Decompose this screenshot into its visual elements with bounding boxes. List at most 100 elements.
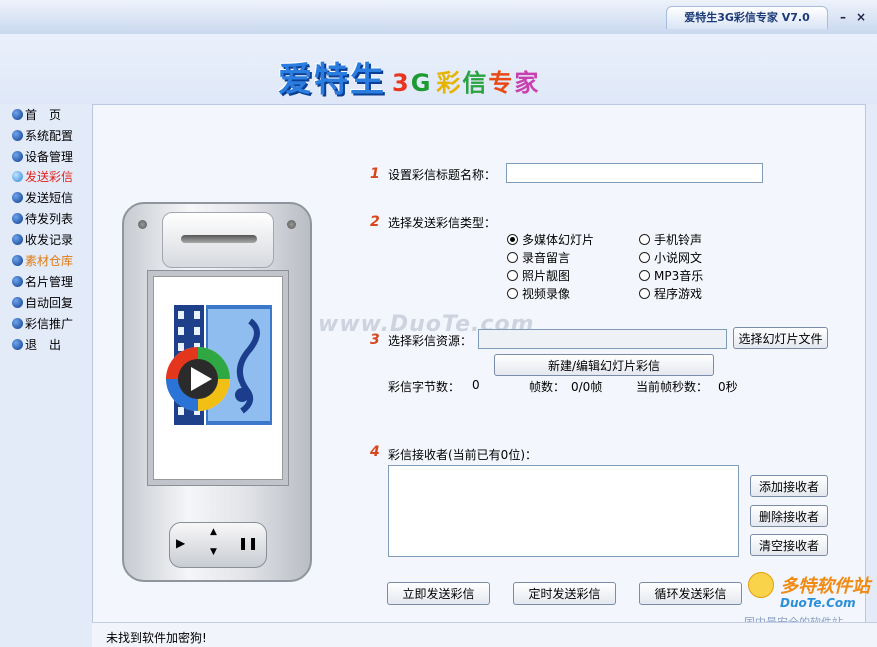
close-icon[interactable]: ×: [854, 10, 868, 24]
radio-dot-icon: [507, 270, 518, 281]
logo-g: G: [410, 69, 433, 97]
bullet-icon: [12, 192, 23, 203]
bullet-icon: [12, 297, 23, 308]
sidebar-item-send-mms[interactable]: 发送彩信: [12, 168, 73, 186]
sidebar-item-label: 发送彩信: [25, 170, 74, 184]
select-slideshow-button[interactable]: 选择幻灯片文件: [733, 327, 828, 349]
down-arrow-icon[interactable]: ▼: [210, 547, 217, 557]
resource-label: 选择彩信资源：: [388, 334, 473, 348]
mascot-icon: [748, 572, 774, 598]
sidebar-item-label: 发送短信: [25, 191, 74, 205]
resource-input[interactable]: [478, 329, 727, 349]
radio-label: 小说网文: [654, 251, 703, 265]
radio-dot-icon: [639, 234, 650, 245]
logo-3: 3: [392, 69, 411, 97]
phone-earpiece: [162, 212, 274, 268]
minimize-icon[interactable]: –: [836, 10, 850, 24]
title-label: 设置彩信标题名称：: [388, 168, 497, 182]
radio-dot-icon: [639, 288, 650, 299]
sidebar-item-promotion[interactable]: 彩信推广: [12, 315, 73, 333]
sidebar-item-label: 彩信推广: [25, 317, 74, 331]
phone-screen-frame: [147, 270, 289, 486]
phone-controls: ▶ ▲ ▼ ❚❚: [169, 522, 267, 568]
sidebar-item-records[interactable]: 收发记录: [12, 231, 73, 249]
status-text: 未找到软件加密狗!: [106, 631, 207, 645]
watermark-title: 多特软件站: [780, 576, 870, 597]
clear-recipients-button[interactable]: 清空接收者: [750, 534, 828, 556]
logo-char-4: 家: [514, 69, 541, 97]
sidebar-item-system-config[interactable]: 系统配置: [12, 127, 73, 145]
sidebar-item-label: 收发记录: [25, 233, 74, 247]
sidebar-item-auto-reply[interactable]: 自动回复: [12, 294, 73, 312]
seconds-label: 当前帧秒数：: [636, 380, 709, 394]
radio-label: 照片靓图: [522, 269, 571, 283]
bullet-icon: [12, 234, 23, 245]
sidebar-item-exit[interactable]: 退 出: [12, 336, 61, 354]
radio-game[interactable]: 程序游戏: [639, 285, 702, 302]
frames-label: 帧数：: [529, 380, 566, 394]
logo-char-3: 专: [488, 69, 515, 97]
radio-slideshow[interactable]: 多媒体幻灯片: [507, 231, 594, 248]
phone-screen: [153, 276, 283, 480]
bytes-label: 彩信字节数：: [388, 380, 461, 394]
sidebar-item-label: 退 出: [25, 338, 62, 352]
step-4-number: 4: [370, 444, 380, 460]
sidebar-item-cards[interactable]: 名片管理: [12, 273, 73, 291]
corner-watermark: 多特软件站 DuoTe.Com 国内最安全的软件站: [744, 570, 874, 630]
screw-icon: [138, 220, 147, 229]
step-1-number: 1: [370, 166, 380, 182]
radio-dot-icon: [507, 288, 518, 299]
pause-icon[interactable]: ❚❚: [238, 536, 258, 550]
radio-voice-message[interactable]: 录音留言: [507, 249, 570, 266]
send-now-button[interactable]: 立即发送彩信: [387, 582, 490, 605]
sidebar-item-send-sms[interactable]: 发送短信: [12, 189, 73, 207]
sidebar-item-home[interactable]: 首 页: [12, 106, 61, 124]
radio-photo[interactable]: 照片靓图: [507, 267, 570, 284]
radio-mp3[interactable]: MP3音乐: [639, 267, 703, 284]
play-icon[interactable]: ▶: [176, 536, 185, 550]
radio-label: 手机铃声: [654, 233, 703, 247]
type-label: 选择发送彩信类型：: [388, 216, 497, 230]
app-logo: 爱特生 3G 彩信专家: [278, 52, 540, 101]
sidebar-item-device-manage[interactable]: 设备管理: [12, 148, 73, 166]
sidebar-item-pending-list[interactable]: 待发列表: [12, 210, 73, 228]
logo-char-1: 彩: [436, 69, 463, 97]
radio-dot-icon: [639, 252, 650, 263]
banner: 爱特生 3G 彩信专家: [0, 34, 877, 104]
sidebar-item-materials[interactable]: 素材仓库: [12, 252, 73, 270]
add-recipient-button[interactable]: 添加接收者: [750, 475, 828, 497]
recipients-list[interactable]: [388, 465, 739, 557]
bullet-icon: [12, 130, 23, 141]
title-input[interactable]: [506, 163, 763, 183]
sidebar-item-label: 素材仓库: [25, 254, 74, 268]
title-bar[interactable]: 爱特生3G彩信专家 V7.0 – ×: [0, 0, 877, 34]
send-loop-button[interactable]: 循环发送彩信: [639, 582, 742, 605]
phone-preview: ▶ ▲ ▼ ❚❚: [122, 202, 312, 582]
speaker-icon: [181, 235, 257, 243]
radio-dot-icon: [507, 234, 518, 245]
frames-value: 0/0帧: [571, 380, 603, 394]
up-arrow-icon[interactable]: ▲: [210, 527, 217, 537]
bullet-icon: [12, 339, 23, 350]
bullet-icon: [12, 318, 23, 329]
step-2-number: 2: [370, 214, 380, 230]
radio-video[interactable]: 视频录像: [507, 285, 570, 302]
screw-icon: [287, 220, 296, 229]
radio-ringtone[interactable]: 手机铃声: [639, 231, 702, 248]
bullet-icon: [12, 151, 23, 162]
send-timed-button[interactable]: 定时发送彩信: [513, 582, 616, 605]
delete-recipient-button[interactable]: 删除接收者: [750, 505, 828, 527]
edit-slideshow-button[interactable]: 新建/编辑幻灯片彩信: [494, 354, 714, 376]
sidebar-item-label: 首 页: [25, 108, 62, 122]
radio-novel[interactable]: 小说网文: [639, 249, 702, 266]
bullet-icon: [12, 213, 23, 224]
logo-char-2: 信: [462, 69, 489, 97]
recipients-label: 彩信接收者(当前已有0位)：: [388, 448, 537, 462]
step-3-number: 3: [370, 332, 380, 348]
seconds-value: 0秒: [718, 380, 738, 394]
bullet-icon: [12, 171, 23, 182]
bullet-icon: [12, 276, 23, 287]
radio-dot-icon: [639, 270, 650, 281]
app-window: 爱特生3G彩信专家 V7.0 – × 爱特生 3G 彩信专家 首 页 系统配置 设备…: [0, 0, 877, 647]
radio-label: 程序游戏: [654, 287, 703, 301]
